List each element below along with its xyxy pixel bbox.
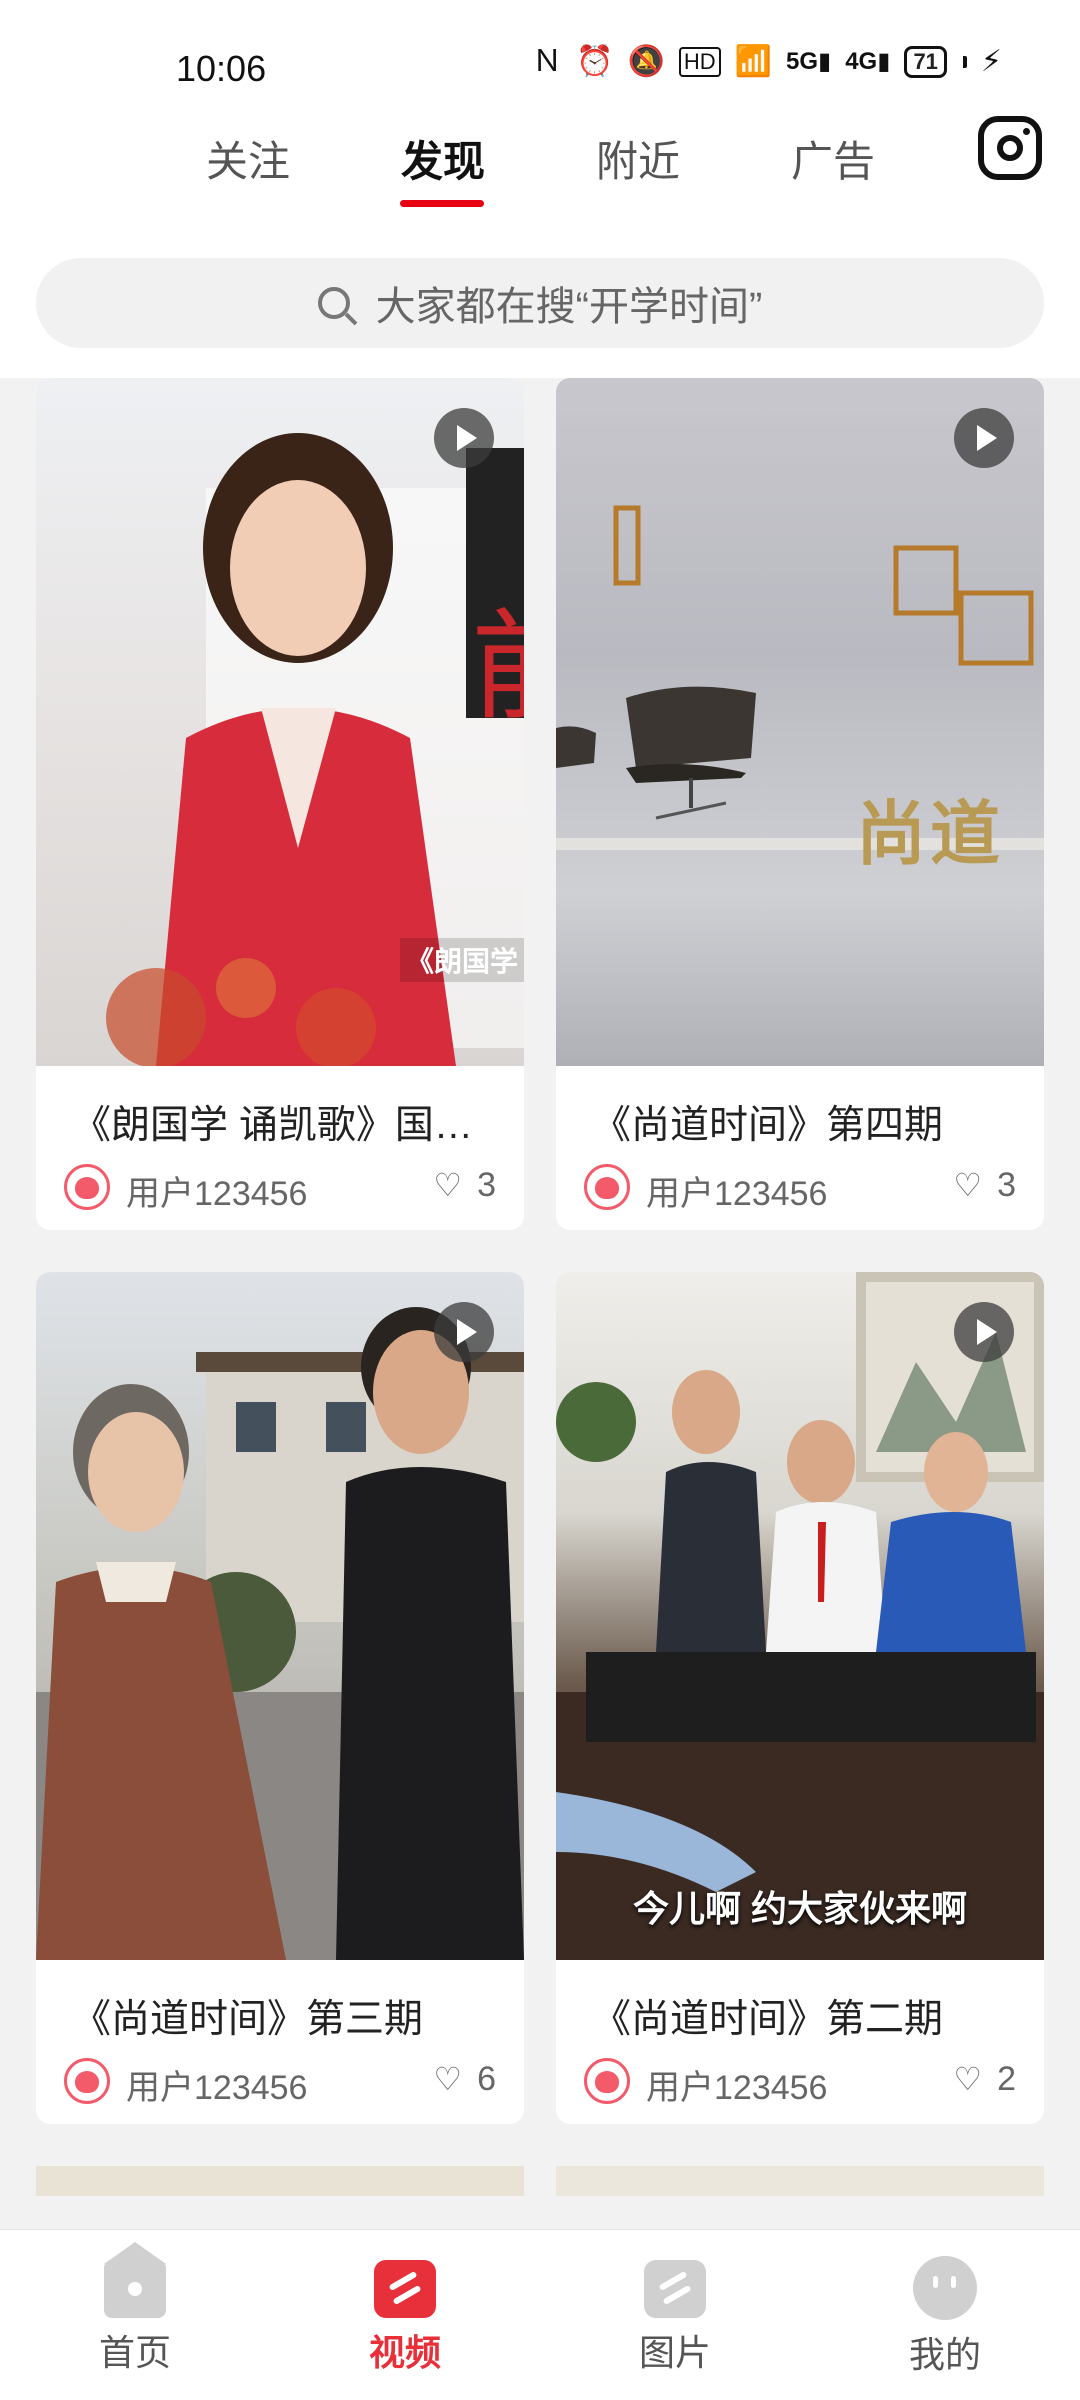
video-icon <box>374 2260 436 2318</box>
video-card[interactable]: 《尚道时间》第三期 用户123456 ♡ 6 <box>36 1272 524 2124</box>
mute-icon: 🔕 <box>627 45 665 78</box>
header-area: 10:06 Ｎ ⏰ 🔕 HD 📶 5G▮ 4G▮ 71 ⚡ 关注 发现 附近 广… <box>0 0 1080 378</box>
avatar[interactable] <box>584 2058 630 2104</box>
search-icon <box>317 287 350 319</box>
status-icons: Ｎ ⏰ 🔕 HD 📶 5G▮ 4G▮ 71 ⚡ <box>532 46 1002 78</box>
nav-video-label: 视频 <box>368 2332 441 2373</box>
partial-video-card[interactable] <box>556 2166 1044 2196</box>
play-icon <box>954 1302 1014 1362</box>
thumbnail-overlay-text: 《朗国学 <box>399 938 524 982</box>
status-time: 10:06 <box>176 48 267 89</box>
home-icon <box>104 2242 166 2318</box>
play-icon <box>954 408 1014 468</box>
like-count: 6 <box>477 2060 496 2098</box>
avatar[interactable] <box>584 1164 630 1210</box>
battery-indicator: 71 <box>904 46 947 78</box>
video-title: 《朗国学 诵凯歌》国… <box>72 1104 473 1147</box>
status-bar: 10:06 Ｎ ⏰ 🔕 HD 📶 5G▮ 4G▮ 71 ⚡ <box>0 0 1080 110</box>
nav-profile[interactable]: 我的 <box>810 2230 1080 2400</box>
like-count: 3 <box>997 1166 1016 1204</box>
heart-icon[interactable]: ♡ <box>433 2060 462 2098</box>
like-count: 2 <box>997 2060 1016 2098</box>
instagram-icon[interactable] <box>978 116 1042 180</box>
thumbnail-image <box>556 1272 1044 1960</box>
author-name[interactable]: 用户123456 <box>126 1166 307 1215</box>
bottom-nav: 首页 视频 图片 我的 <box>0 2229 1080 2400</box>
hd-icon: HD <box>678 47 721 77</box>
avatar[interactable] <box>64 2058 110 2104</box>
play-icon <box>434 408 494 468</box>
video-title: 《尚道时间》第四期 <box>592 1104 944 1147</box>
top-tabs: 关注 发现 附近 广告 <box>0 112 1080 222</box>
search-placeholder: 大家都在搜“开学时间” <box>375 285 763 329</box>
nav-home[interactable]: 首页 <box>0 2230 270 2400</box>
video-card[interactable]: 今儿啊 约大家伙来啊 《尚道时间》第二期 用户123456 ♡ 2 <box>556 1272 1044 2124</box>
thumbnail-subtitle: 今儿啊 约大家伙来啊 <box>632 1888 967 1929</box>
nav-home-label: 首页 <box>98 2332 171 2373</box>
partial-video-card[interactable] <box>36 2166 524 2196</box>
tab-follow[interactable]: 关注 <box>206 128 290 189</box>
like-count: 3 <box>477 1166 496 1204</box>
search-bar[interactable]: 大家都在搜“开学时间” <box>36 258 1044 348</box>
profile-icon <box>913 2256 977 2320</box>
nav-image-label: 图片 <box>638 2332 711 2373</box>
heart-icon[interactable]: ♡ <box>953 2060 982 2098</box>
battery-cap <box>962 56 967 68</box>
video-thumbnail[interactable]: 尚道 <box>556 378 1044 1066</box>
video-title: 《尚道时间》第三期 <box>72 1998 424 2041</box>
author-name[interactable]: 用户123456 <box>126 2060 307 2109</box>
video-card[interactable]: 尚道 《尚道时间》第四期 用户123456 ♡ 3 <box>556 378 1044 1230</box>
camera-dot <box>1023 128 1030 135</box>
heart-icon[interactable]: ♡ <box>433 1166 462 1204</box>
nfc-icon: Ｎ <box>532 45 563 78</box>
tab-nearby[interactable]: 附近 <box>596 128 680 189</box>
camera-lens <box>997 135 1023 161</box>
svg-text:前: 前 <box>471 601 524 734</box>
video-meta: 用户123456 ♡ 3 <box>36 1150 524 1230</box>
nav-video[interactable]: 视频 <box>270 2230 540 2400</box>
video-thumbnail[interactable]: 今儿啊 约大家伙来啊 <box>556 1272 1044 1960</box>
thumbnail-image <box>556 505 1044 850</box>
video-meta: 用户123456 ♡ 3 <box>556 1150 1044 1230</box>
video-thumbnail[interactable] <box>36 1272 524 1960</box>
4g-signal-icon: 4G▮ <box>845 48 891 75</box>
thumbnail-overlay-text: 尚道 <box>856 795 1004 873</box>
avatar[interactable] <box>64 1164 110 1210</box>
video-card[interactable]: 前 《朗国学 《朗国学 诵凯歌》国… 用户123456 ♡ 3 <box>36 378 524 1230</box>
video-meta: 用户123456 ♡ 6 <box>36 2044 524 2124</box>
tab-ads[interactable]: 广告 <box>791 128 875 189</box>
heart-icon[interactable]: ♡ <box>953 1166 982 1204</box>
nav-image[interactable]: 图片 <box>540 2230 810 2400</box>
thumbnail-image <box>36 1307 524 1960</box>
nav-profile-label: 我的 <box>908 2334 981 2375</box>
5g-signal-icon: 5G▮ <box>785 48 832 75</box>
wifi-icon: 📶 <box>734 45 772 78</box>
author-name[interactable]: 用户123456 <box>646 2060 827 2109</box>
video-thumbnail[interactable]: 前 《朗国学 <box>36 378 524 1066</box>
author-name[interactable]: 用户123456 <box>646 1166 827 1215</box>
video-meta: 用户123456 ♡ 2 <box>556 2044 1044 2124</box>
charging-icon: ⚡ <box>980 45 1002 78</box>
play-icon <box>434 1302 494 1362</box>
tab-discover[interactable]: 发现 <box>401 128 485 189</box>
image-icon <box>644 2260 706 2318</box>
active-tab-indicator <box>400 200 484 207</box>
video-title: 《尚道时间》第二期 <box>592 1998 944 2041</box>
alarm-icon: ⏰ <box>576 45 614 78</box>
